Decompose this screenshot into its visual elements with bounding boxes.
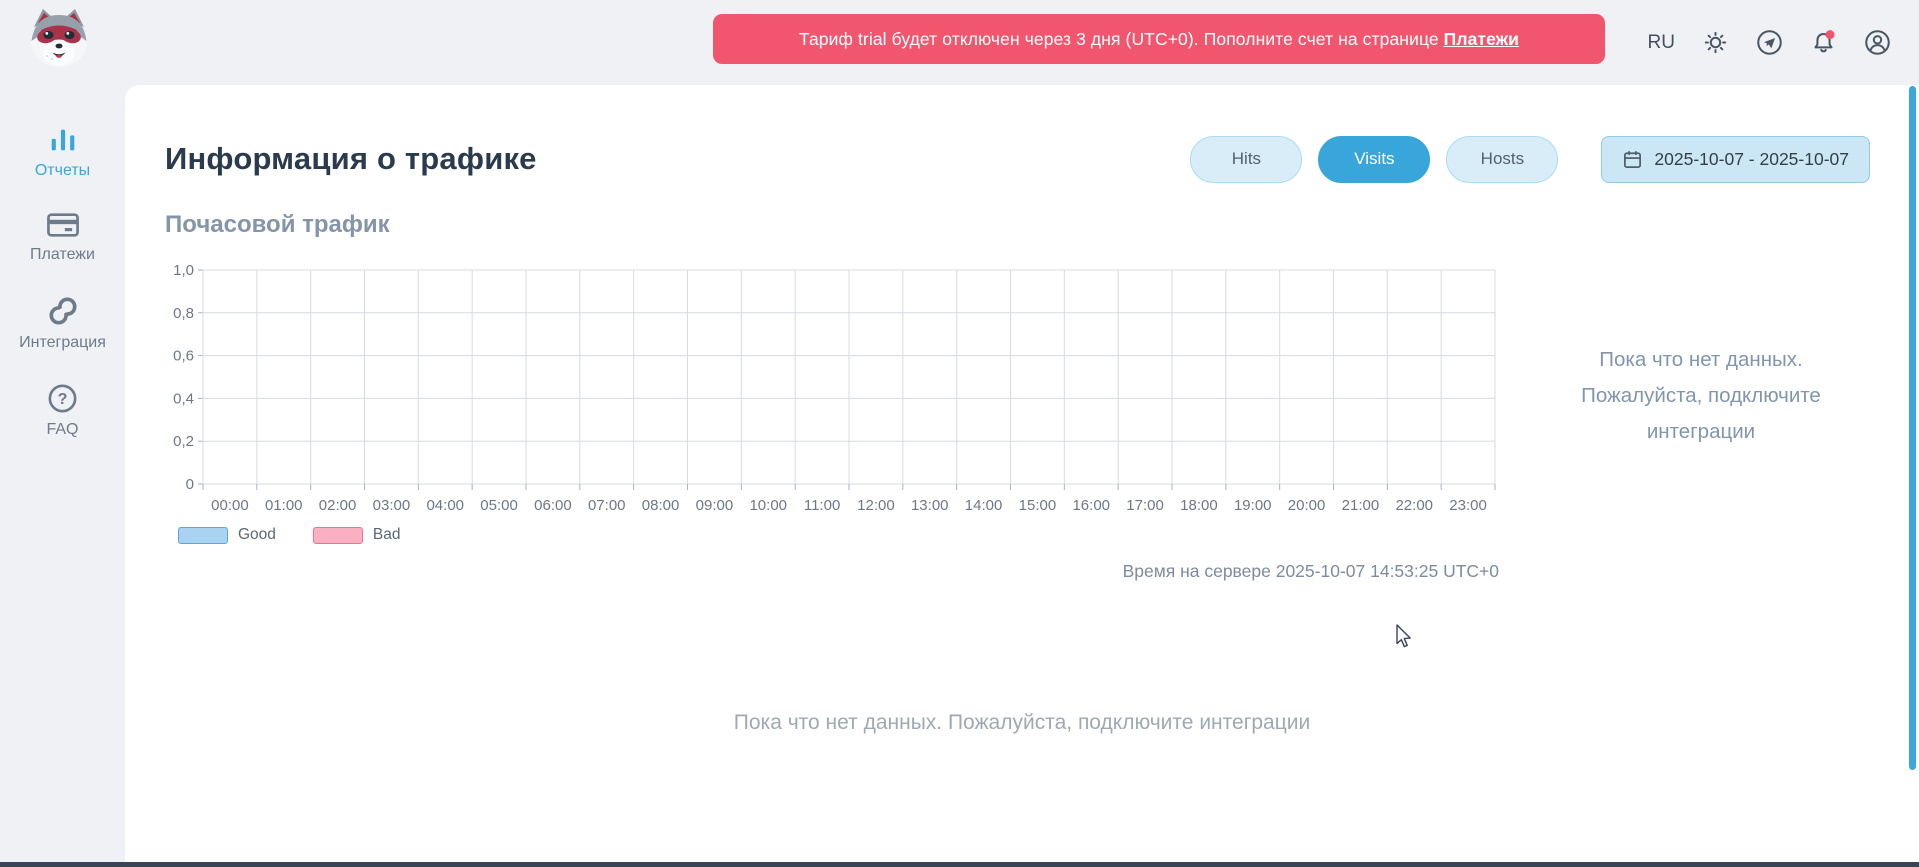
svg-text:14:00: 14:00 [965,497,1003,514]
svg-text:19:00: 19:00 [1234,497,1272,514]
svg-text:18:00: 18:00 [1180,497,1218,514]
server-time: Время на сервере 2025-10-07 14:53:25 UTC… [165,561,1499,582]
svg-text:07:00: 07:00 [588,497,626,514]
svg-text:0: 0 [186,476,194,493]
telegram-icon[interactable] [1756,29,1783,56]
svg-text:15:00: 15:00 [1019,497,1057,514]
svg-text:05:00: 05:00 [480,497,518,514]
sidebar-nav: Отчеты Платежи Интеграция ? FAQ [0,85,125,862]
link-icon [47,295,79,327]
svg-text:00:00: 00:00 [211,497,249,514]
credit-card-icon [46,211,80,239]
date-range-value: 2025-10-07 - 2025-10-07 [1654,149,1849,170]
main-panel: Информация о трафике Hits Visits Hosts 202… [125,85,1919,862]
chart-canvas: 0 0,2 0,4 0,6 0,8 1,0 00:00 01:00 02:00 03:00 04:0… [153,243,1533,539]
svg-text:0,6: 0,6 [173,348,194,365]
svg-text:02:00: 02:00 [319,497,357,514]
svg-text:22:00: 22:00 [1395,497,1433,514]
sidebar-item-faq[interactable]: ? FAQ [0,383,125,439]
language-switcher[interactable]: RU [1648,32,1675,54]
svg-text:0,2: 0,2 [173,433,194,450]
sidebar-item-платежи[interactable]: Платежи [0,211,125,264]
sidebar-item-label: FAQ [46,421,78,439]
sidebar-item-интеграция[interactable]: Интеграция [0,295,125,352]
banner-text: Тариф trial будет отключен через 3 дня (… [799,29,1444,50]
notifications-bell-icon[interactable] [1810,29,1837,56]
hourly-traffic-chart: 0 0,2 0,4 0,6 0,8 1,0 00:00 01:00 02:00 03:00 04:0… [153,243,1533,539]
legend-label-bad: Bad [373,526,401,544]
svg-text:09:00: 09:00 [696,497,734,514]
sidebar-item-label: Интеграция [19,334,106,352]
header-controls: RU [1648,0,1891,85]
svg-text:21:00: 21:00 [1342,497,1380,514]
top-header: Тариф trial будет отключен через 3 дня (… [0,0,1919,85]
svg-text:12:00: 12:00 [857,497,895,514]
sidebar-item-label: Платежи [30,246,95,264]
sidebar-item-label: Отчеты [35,162,90,180]
svg-text:06:00: 06:00 [534,497,572,514]
window-bottom-edge [0,862,1919,867]
legend-label-good: Good [238,526,276,544]
chart-legend: Good Bad [178,526,401,544]
profile-icon[interactable] [1864,29,1891,56]
bar-chart-icon [48,125,78,155]
svg-text:20:00: 20:00 [1288,497,1326,514]
svg-text:0,8: 0,8 [173,305,194,322]
date-range-button[interactable]: 2025-10-07 - 2025-10-07 [1601,136,1870,183]
raccoon-logo [22,5,96,69]
no-data-bottom-message: Пока что нет данных. Пожалуйста, подключ… [125,711,1919,735]
svg-text:23:00: 23:00 [1449,497,1487,514]
metric-tabs: Hits Visits Hosts [1190,136,1558,183]
svg-text:08:00: 08:00 [642,497,680,514]
svg-text:04:00: 04:00 [426,497,464,514]
tab-hits[interactable]: Hits [1190,136,1302,183]
trial-warning-banner: Тариф trial будет отключен через 3 дня (… [713,14,1605,64]
tab-hosts[interactable]: Hosts [1446,136,1558,183]
no-data-side-message: Пока что нет данных. Пожалуйста, подключ… [1570,342,1832,450]
toolbar: Информация о трафике Hits Visits Hosts 202… [165,135,1870,183]
page-title: Информация о трафике [165,141,1190,177]
svg-text:13:00: 13:00 [911,497,949,514]
theme-sun-icon[interactable] [1702,29,1729,56]
notification-badge [1826,30,1835,39]
svg-text:?: ? [58,390,68,408]
svg-text:0,4: 0,4 [173,390,194,407]
svg-text:01:00: 01:00 [265,497,303,514]
svg-text:10:00: 10:00 [749,497,787,514]
vertical-scrollbar[interactable] [1909,86,1916,770]
svg-text:17:00: 17:00 [1126,497,1164,514]
chart-section-title: Почасовой трафик [165,211,390,239]
legend-swatch-good [178,527,228,544]
legend-swatch-bad [313,527,363,544]
svg-text:03:00: 03:00 [373,497,411,514]
svg-text:1,0: 1,0 [173,262,194,279]
calendar-icon [1622,149,1643,170]
sidebar-item-отчеты[interactable]: Отчеты [0,125,125,180]
tab-visits[interactable]: Visits [1318,136,1430,183]
svg-text:16:00: 16:00 [1072,497,1110,514]
svg-text:11:00: 11:00 [804,497,840,514]
banner-payments-link[interactable]: Платежи [1444,29,1519,50]
question-icon: ? [47,383,78,414]
